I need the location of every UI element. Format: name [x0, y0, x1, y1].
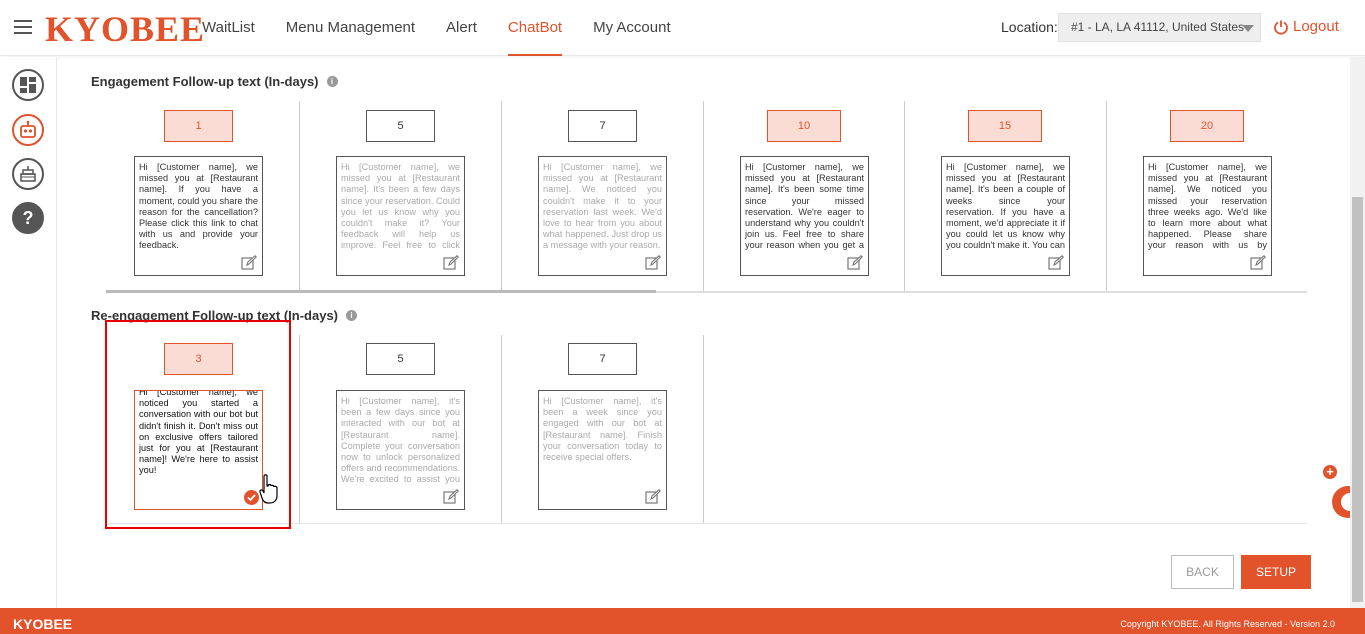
engagement-day-3[interactable]: 7 [568, 110, 637, 142]
location-label: Location: [1001, 19, 1058, 35]
footer: KYOBEE Copyright KYOBEE. All Rights Rese… [0, 608, 1365, 634]
reengagement-message-2[interactable]: Hi [Customer name], it's been a few days… [336, 390, 465, 510]
edit-icon[interactable] [443, 255, 459, 271]
engagement-message-text: Hi [Customer name], we missed you at [Re… [543, 162, 662, 250]
engagement-day-4[interactable]: 10 [767, 110, 841, 142]
main-nav: WaitList Menu Management Alert ChatBot M… [202, 0, 702, 56]
footer-logo: KYOBEE [13, 616, 73, 632]
engagement-message-3[interactable]: Hi [Customer name], we missed you at [Re… [538, 156, 667, 276]
engagement-day-6[interactable]: 20 [1170, 110, 1244, 142]
kyobee-logo[interactable]: KYOBEE [45, 8, 205, 50]
horizontal-scroll-thumb[interactable] [106, 290, 656, 293]
info-icon[interactable]: i [346, 310, 358, 321]
reengagement-message-3[interactable]: Hi [Customer name], it's been a week sin… [538, 390, 667, 510]
back-button[interactable]: BACK [1171, 555, 1234, 589]
engagement-title-text: Engagement Follow-up text (In-days) [91, 74, 319, 89]
logout-label: Logout [1293, 18, 1339, 35]
chatbot-robot-icon[interactable] [12, 114, 44, 146]
edit-icon[interactable] [645, 255, 661, 271]
engagement-day-2[interactable]: 5 [366, 110, 435, 142]
scrollbar-thumb[interactable] [1352, 197, 1363, 602]
page-scrollbar[interactable] [1350, 57, 1365, 608]
cake-icon[interactable] [12, 158, 44, 190]
nav-waitlist[interactable]: WaitList [202, 0, 255, 56]
edit-icon[interactable] [1250, 255, 1266, 271]
column-divider [299, 101, 300, 291]
dashboard-icon[interactable] [12, 69, 44, 101]
location-value: #1 - LA, LA 41112, United States [1071, 20, 1245, 34]
help-icon[interactable]: ? [12, 202, 44, 234]
location-select[interactable]: #1 - LA, LA 41112, United States [1058, 13, 1261, 42]
column-divider [703, 101, 704, 291]
edit-icon[interactable] [241, 255, 257, 271]
reengagement-message-text: Hi [Customer name], it's been a week sin… [543, 396, 662, 463]
column-divider [501, 335, 502, 523]
dropdown-caret-icon [1242, 25, 1254, 32]
nav-chatbot[interactable]: ChatBot [507, 0, 563, 56]
engagement-message-text: Hi [Customer name], we missed you at [Re… [1148, 162, 1267, 250]
engagement-message-6[interactable]: Hi [Customer name], we missed you at [Re… [1143, 156, 1272, 276]
engagement-section-title: Engagement Follow-up text (In-days) i [91, 74, 338, 89]
nav-my-account[interactable]: My Account [593, 0, 671, 56]
column-divider [299, 335, 300, 523]
engagement-message-1[interactable]: Hi [Customer name], we missed you at [Re… [134, 156, 263, 276]
engagement-message-text: Hi [Customer name], we missed you at [Re… [946, 162, 1065, 250]
engagement-message-text: Hi [Customer name], we missed you at [Re… [139, 162, 258, 250]
edit-icon[interactable] [443, 489, 459, 505]
reengagement-day-3[interactable]: 7 [568, 343, 637, 375]
engagement-message-text: Hi [Customer name], we missed you at [Re… [745, 162, 864, 250]
engagement-message-5[interactable]: Hi [Customer name], we missed you at [Re… [941, 156, 1070, 276]
engagement-message-4[interactable]: Hi [Customer name], we missed you at [Re… [740, 156, 869, 276]
top-bar: KYOBEE WaitList Menu Management Alert Ch… [0, 0, 1365, 56]
hand-cursor-icon [259, 474, 278, 504]
column-divider [1106, 101, 1107, 291]
power-icon [1274, 20, 1288, 35]
logout-button[interactable]: Logout [1273, 18, 1339, 35]
sidebar: ? [0, 57, 57, 608]
setup-button[interactable]: SETUP [1241, 555, 1311, 589]
footer-copyright: Copyright KYOBEE. All Rights Reserved - … [1120, 619, 1335, 629]
engagement-day-1[interactable]: 1 [164, 110, 233, 142]
nav-alert[interactable]: Alert [446, 0, 477, 56]
engagement-day-5[interactable]: 15 [968, 110, 1042, 142]
column-divider [703, 335, 704, 523]
hamburger-menu-icon[interactable] [14, 20, 32, 34]
edit-icon[interactable] [645, 489, 661, 505]
info-icon[interactable]: i [326, 76, 338, 87]
reengagement-day-2[interactable]: 5 [366, 343, 435, 375]
engagement-message-2[interactable]: Hi [Customer name], we missed you at [Re… [336, 156, 465, 276]
reengagement-message-text: Hi [Customer name], it's been a few days… [341, 396, 460, 484]
edit-icon[interactable] [1048, 255, 1064, 271]
column-divider [501, 101, 502, 291]
engagement-message-text: Hi [Customer name], we missed you at [Re… [341, 162, 460, 250]
edit-icon[interactable] [847, 255, 863, 271]
plus-icon[interactable]: + [1323, 465, 1337, 479]
nav-menu-management[interactable]: Menu Management [286, 0, 415, 56]
column-divider [904, 101, 905, 291]
